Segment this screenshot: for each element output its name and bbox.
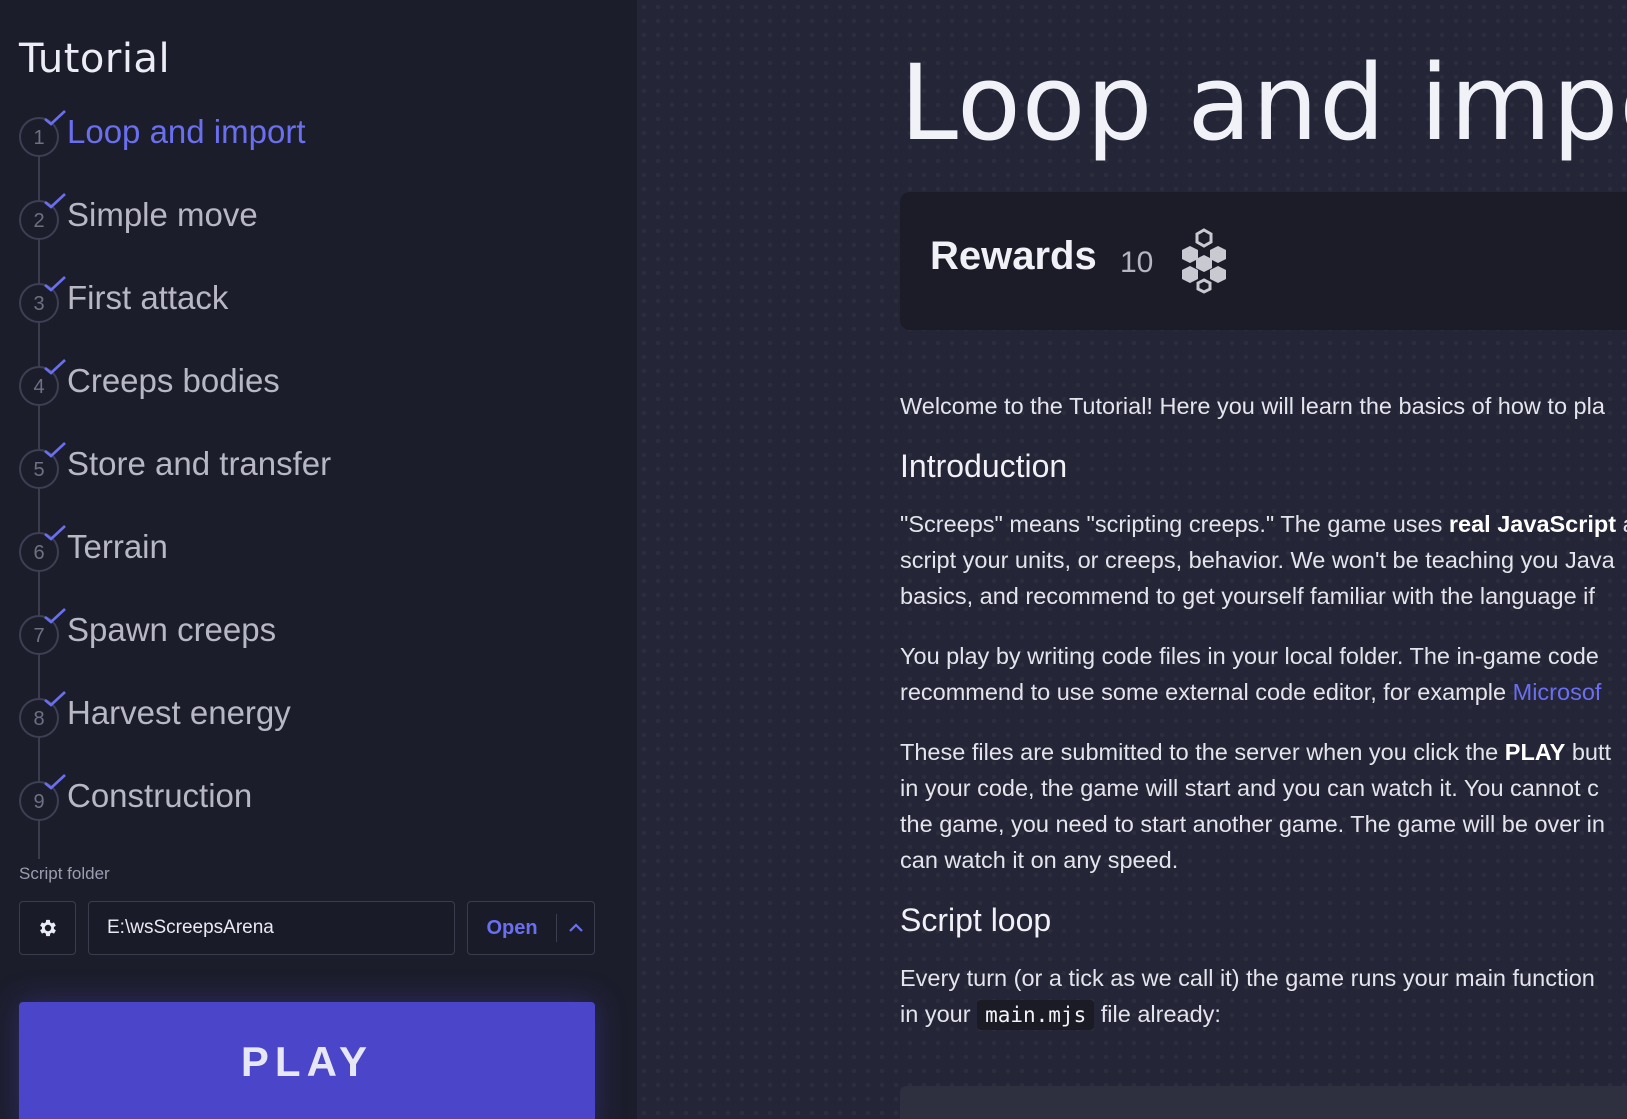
tutorial-steps: 1 Loop and import 2 Simple move 3 First attac… (0, 95, 637, 859)
step-label: Simple move (67, 196, 258, 233)
step-label: Construction (67, 777, 253, 814)
microsoft-link[interactable]: Microsof (1513, 679, 1602, 705)
open-menu-toggle[interactable] (557, 902, 594, 954)
script-folder-label: Script folder (19, 864, 110, 883)
check-icon (44, 359, 66, 375)
play-button[interactable]: PLAY (19, 1002, 595, 1119)
chevron-up-icon (568, 923, 583, 932)
check-icon (44, 691, 66, 707)
check-icon (44, 442, 66, 458)
step-label: Creeps bodies (67, 362, 280, 399)
step-label: Store and transfer (67, 445, 332, 482)
sidebar: Tutorial 1 Loop and import 2 Simple move 3 Fi… (0, 0, 637, 1119)
step-label: Loop and import (67, 113, 306, 150)
tutorial-step[interactable]: 6 Terrain (0, 510, 637, 593)
paragraph-local-folder: You play by writing code files in your l… (900, 643, 1602, 705)
sidebar-title: Tutorial (19, 36, 171, 82)
paragraph-screeps-meaning: "Screeps" means "scripting creeps." The … (900, 511, 1627, 609)
tutorial-step[interactable]: 1 Loop and import (0, 95, 637, 178)
app-window: Tutorial 1 Loop and import 2 Simple move 3 Fi… (0, 0, 1627, 1119)
code-block (900, 1086, 1627, 1119)
introduction-heading: Introduction (900, 448, 1068, 484)
rewards-label: Rewards (930, 234, 1097, 278)
tutorial-step[interactable]: 7 Spawn creeps (0, 593, 637, 676)
rewards-hex-icon (1182, 228, 1226, 294)
check-icon (44, 525, 66, 541)
rewards-card: Rewards 10 (900, 192, 1627, 330)
main-content: Loop and import Rewards 10 Welcome to th… (637, 0, 1627, 1119)
step-label: Terrain (67, 528, 168, 565)
gear-icon (39, 919, 56, 937)
step-label: Spawn creeps (67, 611, 277, 648)
rewards-count: 10 (1120, 246, 1154, 279)
script-folder-input[interactable] (88, 901, 455, 955)
open-button-group: Open (467, 901, 595, 955)
page-title: Loop and import (900, 42, 1627, 164)
step-label: Harvest energy (67, 694, 291, 731)
tutorial-step[interactable]: 4 Creeps bodies (0, 344, 637, 427)
check-icon (44, 276, 66, 292)
paragraph-main-loop: Every turn (or a tick as we call it) the… (900, 960, 1627, 1033)
settings-button[interactable] (19, 901, 76, 955)
script-loop-heading: Script loop (900, 902, 1052, 938)
tutorial-step[interactable]: 9 Construction (0, 759, 637, 842)
step-label: First attack (67, 279, 229, 316)
check-icon (44, 110, 66, 126)
tutorial-step[interactable]: 3 First attack (0, 261, 637, 344)
tutorial-content: Welcome to the Tutorial! Here you will l… (900, 388, 1627, 1057)
tutorial-step[interactable]: 2 Simple move (0, 178, 637, 261)
intro-paragraph: Welcome to the Tutorial! Here you will l… (900, 393, 1605, 419)
tutorial-step[interactable]: 8 Harvest energy (0, 676, 637, 759)
check-icon (44, 774, 66, 790)
tutorial-step[interactable]: 5 Store and transfer (0, 427, 637, 510)
paragraph-play-submit: These files are submitted to the server … (900, 739, 1612, 873)
main-mjs-code: main.mjs (977, 1000, 1095, 1030)
open-button[interactable]: Open (468, 902, 556, 954)
check-icon (44, 193, 66, 209)
check-icon (44, 608, 66, 624)
